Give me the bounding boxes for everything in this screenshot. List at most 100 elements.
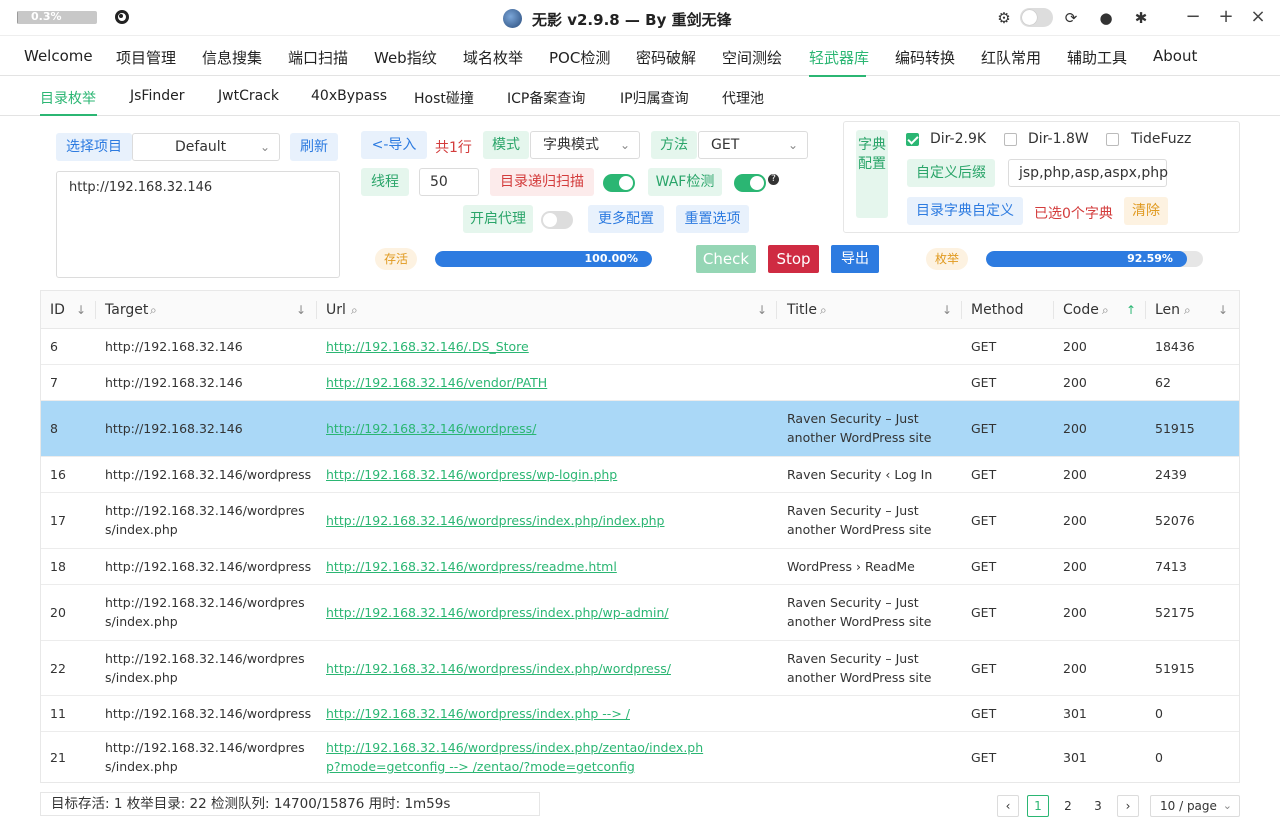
select-project-button[interactable]: 选择项目 xyxy=(56,133,132,161)
sort-icon[interactable]: ↓ xyxy=(942,303,952,317)
mode-select[interactable]: 字典模式 ⌄ xyxy=(530,131,640,159)
menu-info-gathering[interactable]: 信息搜集 xyxy=(202,47,262,68)
url-link[interactable]: http://192.168.32.146/.DS_Store xyxy=(326,339,529,354)
menu-poc-check[interactable]: POC检测 xyxy=(549,47,610,68)
theme-toggle[interactable] xyxy=(1020,8,1053,27)
dict-checkbox-dir-1.8w[interactable] xyxy=(1004,133,1017,146)
reset-options-button[interactable]: 重置选项 xyxy=(676,205,749,233)
sort-icon[interactable]: ↓ xyxy=(1218,303,1228,317)
custom-dict-button[interactable]: 目录字典自定义 xyxy=(907,197,1023,225)
close-button[interactable]: × xyxy=(1246,6,1270,30)
check-button[interactable]: Check xyxy=(696,245,756,273)
column-header-title[interactable]: Title xyxy=(787,291,817,329)
project-select[interactable]: Default ⌄ xyxy=(132,133,280,161)
import-button[interactable]: <-导入 xyxy=(361,131,427,159)
search-icon[interactable]: ⌕ xyxy=(820,303,827,318)
page-3-button[interactable]: 3 xyxy=(1087,795,1109,817)
table-row[interactable]: 6 http://192.168.32.146 http://192.168.3… xyxy=(41,329,1239,365)
cell-method: GET xyxy=(971,559,997,574)
url-link[interactable]: http://192.168.32.146/wordpress/readme.h… xyxy=(326,559,617,574)
table-row[interactable]: 11 http://192.168.32.146/wordpress http:… xyxy=(41,696,1239,732)
bug-icon[interactable]: ✱ xyxy=(1132,9,1150,27)
menu-port-scan[interactable]: 端口扫描 xyxy=(288,47,348,68)
stop-button[interactable]: Stop xyxy=(768,245,819,273)
sort-icon[interactable]: ↓ xyxy=(757,303,767,317)
menu-about[interactable]: About xyxy=(1153,47,1197,65)
menu-space-mapping[interactable]: 空间测绘 xyxy=(722,47,782,68)
threads-input[interactable]: 50 xyxy=(419,168,479,196)
tab-ip-location[interactable]: IP归属查询 xyxy=(620,88,689,108)
page-1-button[interactable]: 1 xyxy=(1027,795,1049,817)
menu-web-fingerprint[interactable]: Web指纹 xyxy=(374,47,437,68)
search-icon[interactable]: ⌕ xyxy=(150,303,157,318)
url-link[interactable]: http://192.168.32.146/wordpress/wp-login… xyxy=(326,467,617,482)
menu-encoding[interactable]: 编码转换 xyxy=(895,47,955,68)
menu-project-management[interactable]: 项目管理 xyxy=(116,47,176,68)
table-row[interactable]: 21 http://192.168.32.146/wordpress/index… xyxy=(41,732,1239,782)
url-link[interactable]: http://192.168.32.146/vendor/PATH xyxy=(326,375,547,390)
waf-check-toggle[interactable] xyxy=(734,174,766,192)
menu-red-team[interactable]: 红队常用 xyxy=(981,47,1041,68)
table-row[interactable]: 7 http://192.168.32.146 http://192.168.3… xyxy=(41,365,1239,401)
sort-ascending-icon[interactable]: ↑ xyxy=(1126,303,1136,317)
menu-password-crack[interactable]: 密码破解 xyxy=(636,47,696,68)
target-icon[interactable] xyxy=(115,10,129,24)
export-button[interactable]: 导出 xyxy=(831,245,879,273)
table-row[interactable]: 17 http://192.168.32.146/wordpress/index… xyxy=(41,493,1239,549)
prev-page-button[interactable]: ‹ xyxy=(997,795,1019,817)
table-row[interactable]: 18 http://192.168.32.146/wordpress http:… xyxy=(41,549,1239,585)
column-header-url[interactable]: Url xyxy=(326,291,346,329)
table-row[interactable]: 22 http://192.168.32.146/wordpress/index… xyxy=(41,641,1239,696)
refresh-button[interactable]: 刷新 xyxy=(290,133,338,161)
url-link[interactable]: http://192.168.32.146/wordpress/index.ph… xyxy=(326,740,703,774)
menu-domain-enum[interactable]: 域名枚举 xyxy=(463,47,523,68)
github-icon[interactable]: ● xyxy=(1097,9,1115,27)
clear-button[interactable]: 清除 xyxy=(1124,197,1168,225)
search-icon[interactable]: ⌕ xyxy=(1102,303,1109,318)
tab-host-collision[interactable]: Host碰撞 xyxy=(414,88,474,108)
column-header-method[interactable]: Method xyxy=(971,291,1024,329)
maximize-button[interactable]: + xyxy=(1214,6,1238,30)
next-page-button[interactable]: › xyxy=(1117,795,1139,817)
url-link[interactable]: http://192.168.32.146/wordpress/index.ph… xyxy=(326,605,669,620)
minimize-button[interactable]: − xyxy=(1181,6,1205,30)
help-icon[interactable]: ? xyxy=(768,174,779,185)
refresh-icon[interactable]: ⟳ xyxy=(1062,9,1080,27)
url-link[interactable]: http://192.168.32.146/wordpress/index.ph… xyxy=(326,513,665,528)
url-link[interactable]: http://192.168.32.146/wordpress/ xyxy=(326,421,536,436)
search-icon[interactable]: ⌕ xyxy=(1184,303,1191,318)
tab-jwtcrack[interactable]: JwtCrack xyxy=(218,88,279,104)
column-header-id[interactable]: ID xyxy=(50,291,65,329)
search-icon[interactable]: ⌕ xyxy=(351,303,358,318)
table-row[interactable]: 16 http://192.168.32.146/wordpress http:… xyxy=(41,457,1239,493)
column-header-len[interactable]: Len xyxy=(1155,291,1180,329)
proxy-toggle[interactable] xyxy=(541,211,573,229)
sort-icon[interactable]: ↓ xyxy=(76,303,86,317)
sort-icon[interactable]: ↓ xyxy=(296,303,306,317)
dict-checkbox-dir-2.9k[interactable] xyxy=(906,133,919,146)
method-select[interactable]: GET ⌄ xyxy=(698,131,808,159)
page-size-select[interactable]: 10 / page ⌄ xyxy=(1150,795,1240,817)
tab-proxy-pool[interactable]: 代理池 xyxy=(722,88,764,108)
url-link[interactable]: http://192.168.32.146/wordpress/index.ph… xyxy=(326,706,630,721)
tab-dir-enum[interactable]: 目录枚举 xyxy=(40,88,96,108)
tab-40xbypass[interactable]: 40xBypass xyxy=(311,88,387,104)
more-config-button[interactable]: 更多配置 xyxy=(588,205,664,233)
page-2-button[interactable]: 2 xyxy=(1057,795,1079,817)
dict-checkbox-tidefuzz[interactable] xyxy=(1106,133,1119,146)
cell-id: 16 xyxy=(50,467,66,482)
menu-welcome[interactable]: Welcome xyxy=(24,47,93,65)
url-link[interactable]: http://192.168.32.146/wordpress/index.ph… xyxy=(326,661,671,676)
column-header-target[interactable]: Target xyxy=(105,291,148,329)
recursive-scan-toggle[interactable] xyxy=(603,174,635,192)
tab-icp-query[interactable]: ICP备案查询 xyxy=(507,88,585,108)
column-header-code[interactable]: Code xyxy=(1063,291,1099,329)
table-row[interactable]: 20 http://192.168.32.146/wordpress/index… xyxy=(41,585,1239,641)
suffix-input[interactable]: jsp,php,asp,aspx,php xyxy=(1008,159,1168,187)
tab-jsfinder[interactable]: JsFinder xyxy=(130,88,184,104)
table-row-selected[interactable]: 8 http://192.168.32.146 http://192.168.3… xyxy=(41,401,1239,457)
menu-light-arsenal[interactable]: 轻武器库 xyxy=(809,47,869,68)
menu-aux-tools[interactable]: 辅助工具 xyxy=(1067,47,1127,68)
gear-icon[interactable]: ⚙ xyxy=(995,9,1013,27)
targets-textarea[interactable]: http://192.168.32.146 xyxy=(56,171,340,278)
